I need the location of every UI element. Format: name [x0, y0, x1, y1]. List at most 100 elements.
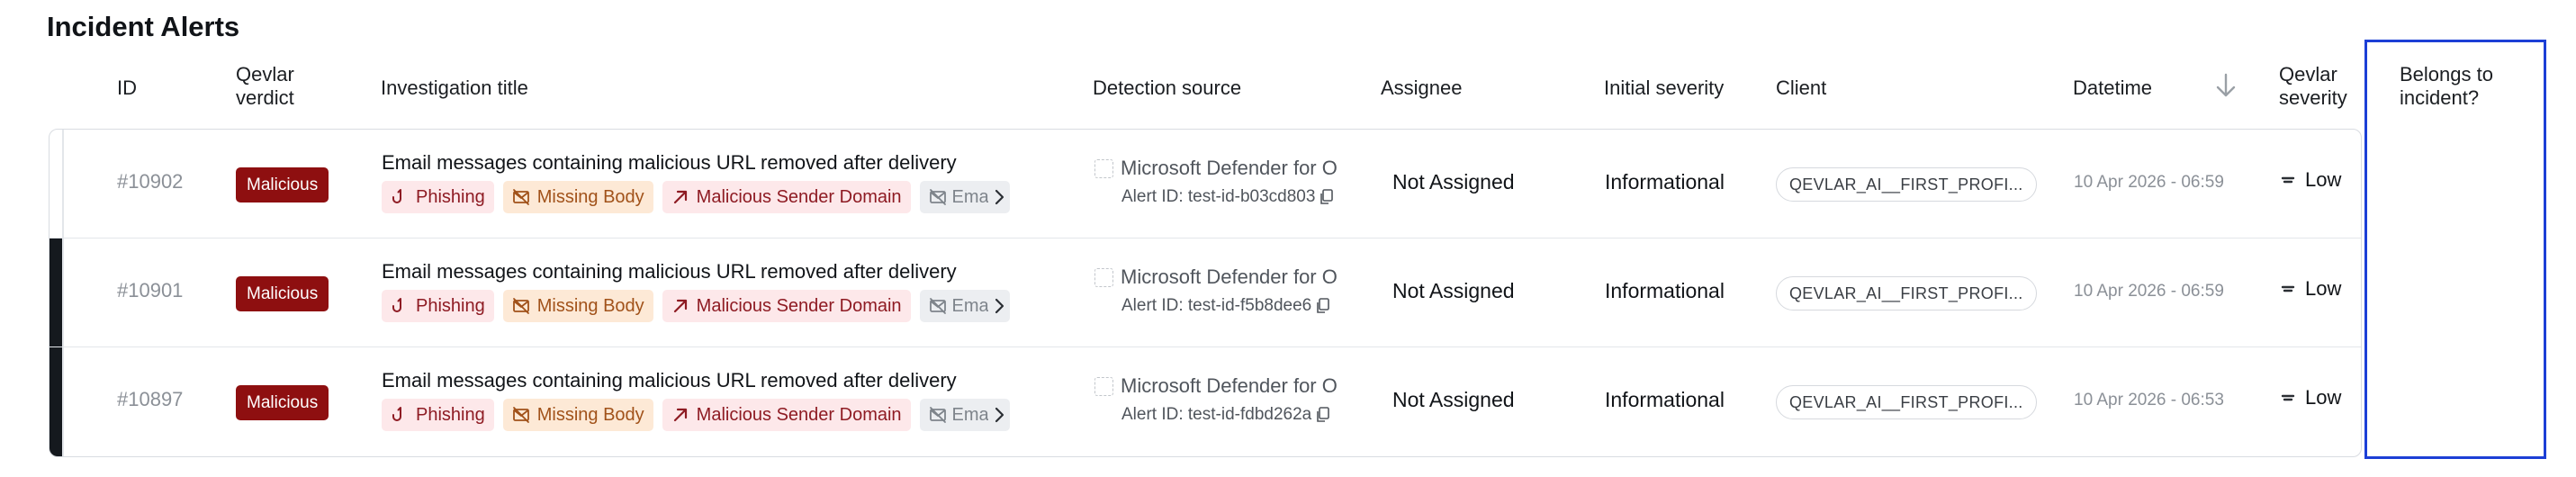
assignee[interactable]: Not Assigned — [1392, 279, 1515, 303]
column-header-assignee[interactable]: Assignee — [1381, 61, 1463, 115]
table-row[interactable]: #10897 Malicious Email messages containi… — [50, 347, 2361, 456]
detection-source: Microsoft Defender for O Alert ID: test-… — [1094, 266, 1365, 316]
verdict-badge: Malicious — [236, 167, 329, 202]
copy-icon[interactable] — [1315, 298, 1329, 314]
source-name: Microsoft Defender for O — [1121, 157, 1338, 179]
tag-label: Malicious Sender Domain — [696, 295, 902, 316]
column-header-verdict[interactable]: Qevlar verdict — [236, 63, 335, 117]
severity-low-icon — [2280, 174, 2296, 186]
row-divider — [62, 238, 64, 346]
assignee[interactable]: Not Assigned — [1392, 170, 1515, 194]
tag-more-email[interactable]: Email — [919, 181, 1010, 213]
client-chip: QEVLAR_AI__FIRST_PROFI... — [1776, 167, 2037, 202]
investigation-title[interactable]: Email messages containing malicious URL … — [382, 260, 957, 284]
initial-severity: Informational — [1605, 279, 1725, 302]
tag-label: Phishing — [416, 404, 485, 425]
column-header-source[interactable]: Detection source — [1093, 61, 1241, 115]
tag-list: Phishing Missing Body Malicious Sender D… — [382, 399, 1048, 431]
mail-off-icon — [929, 297, 947, 315]
investigation-title[interactable]: Email messages containing malicious URL … — [382, 369, 957, 392]
tag-missing-body: Missing Body — [502, 399, 653, 431]
initial-severity: Informational — [1605, 388, 1725, 411]
tag-label: Malicious Sender Domain — [696, 186, 902, 207]
page-title: Incident Alerts — [47, 11, 240, 42]
source-alert-id: Alert ID: test-id-f5b8dee6 — [1121, 296, 1312, 315]
chevron-right-icon[interactable] — [994, 188, 1004, 206]
tag-label: Email — [951, 295, 988, 316]
sort-arrow-down-icon[interactable] — [2215, 72, 2237, 99]
column-header-id[interactable]: ID — [117, 61, 137, 115]
qevlar-severity: Low — [2280, 277, 2341, 301]
arrow-up-right-icon — [671, 188, 689, 206]
row-divider — [62, 347, 64, 456]
mail-off-icon — [512, 406, 530, 424]
source-logo-placeholder — [1094, 158, 1113, 178]
column-header-client[interactable]: Client — [1776, 61, 1826, 115]
tag-list: Phishing Missing Body Malicious Sender D… — [382, 181, 1048, 213]
tag-list: Phishing Missing Body Malicious Sender D… — [382, 290, 1048, 322]
severity-low-icon — [2280, 392, 2296, 404]
tag-malicious-sender-domain: Malicious Sender Domain — [662, 399, 911, 431]
detection-source: Microsoft Defender for O Alert ID: test-… — [1094, 157, 1365, 207]
severity-label: Low — [2305, 277, 2342, 300]
copy-icon[interactable] — [1319, 189, 1333, 205]
verdict-badge: Malicious — [236, 385, 329, 420]
tag-malicious-sender-domain: Malicious Sender Domain — [662, 290, 911, 322]
chevron-right-icon[interactable] — [994, 406, 1004, 424]
source-alert-id: Alert ID: test-id-fdbd262a — [1121, 405, 1312, 424]
detection-source: Microsoft Defender for O Alert ID: test-… — [1094, 374, 1365, 425]
source-name: Microsoft Defender for O — [1121, 266, 1338, 288]
source-name: Microsoft Defender for O — [1121, 374, 1338, 397]
alert-id[interactable]: #10901 — [117, 279, 183, 302]
datetime: 10 Apr 2026 - 06:59 — [2074, 173, 2224, 192]
row-selection-bar — [50, 347, 62, 456]
copy-icon[interactable] — [1315, 407, 1329, 423]
tag-missing-body: Missing Body — [502, 290, 653, 322]
alerts-table: #10902 Malicious Email messages containi… — [49, 129, 2362, 457]
column-header-belongs: Belongs to incident? — [2400, 63, 2493, 109]
alert-id[interactable]: #10897 — [117, 388, 183, 411]
tag-phishing: Phishing — [382, 181, 494, 213]
tag-label: Malicious Sender Domain — [696, 404, 902, 425]
source-logo-placeholder — [1094, 267, 1113, 287]
tag-label: Email — [951, 404, 988, 425]
source-logo-placeholder — [1094, 376, 1113, 396]
row-selection-bar — [50, 238, 62, 346]
table-row[interactable]: #10902 Malicious Email messages containi… — [50, 130, 2361, 238]
mail-off-icon — [512, 188, 530, 206]
tag-more-email[interactable]: Email — [919, 399, 1010, 431]
fish-hook-icon — [391, 297, 409, 315]
datetime: 10 Apr 2026 - 06:59 — [2074, 282, 2224, 301]
column-header-initial-severity[interactable]: Initial severity — [1604, 61, 1724, 115]
tag-malicious-sender-domain: Malicious Sender Domain — [662, 181, 911, 213]
datetime: 10 Apr 2026 - 06:53 — [2074, 391, 2224, 410]
mail-off-icon — [512, 297, 530, 315]
column-header-datetime[interactable]: Datetime — [2073, 61, 2152, 115]
tag-phishing: Phishing — [382, 290, 494, 322]
assignee[interactable]: Not Assigned — [1392, 388, 1515, 412]
tag-label: Phishing — [416, 186, 485, 207]
fish-hook-icon — [391, 188, 409, 206]
column-header-title[interactable]: Investigation title — [381, 61, 528, 115]
severity-label: Low — [2305, 386, 2342, 409]
source-alert-id: Alert ID: test-id-b03cd803 — [1121, 187, 1316, 206]
qevlar-severity: Low — [2280, 168, 2341, 192]
table-row[interactable]: #10901 Malicious Email messages containi… — [50, 238, 2361, 347]
tag-label: Missing Body — [536, 295, 644, 316]
severity-label: Low — [2305, 168, 2342, 191]
alert-id[interactable]: #10902 — [117, 170, 183, 194]
tag-label: Phishing — [416, 295, 485, 316]
tag-phishing: Phishing — [382, 399, 494, 431]
investigation-title[interactable]: Email messages containing malicious URL … — [382, 151, 957, 175]
mail-off-icon — [929, 188, 947, 206]
client-chip: QEVLAR_AI__FIRST_PROFI... — [1776, 276, 2037, 310]
chevron-right-icon[interactable] — [994, 297, 1004, 315]
arrow-up-right-icon — [671, 297, 689, 315]
fish-hook-icon — [391, 406, 409, 424]
tag-more-email[interactable]: Email — [919, 290, 1010, 322]
column-header-qevlar-severity[interactable]: Qevlar severity — [2279, 63, 2364, 117]
arrow-up-right-icon — [671, 406, 689, 424]
tag-missing-body: Missing Body — [502, 181, 653, 213]
row-divider — [62, 130, 64, 238]
client-chip: QEVLAR_AI__FIRST_PROFI... — [1776, 385, 2037, 419]
